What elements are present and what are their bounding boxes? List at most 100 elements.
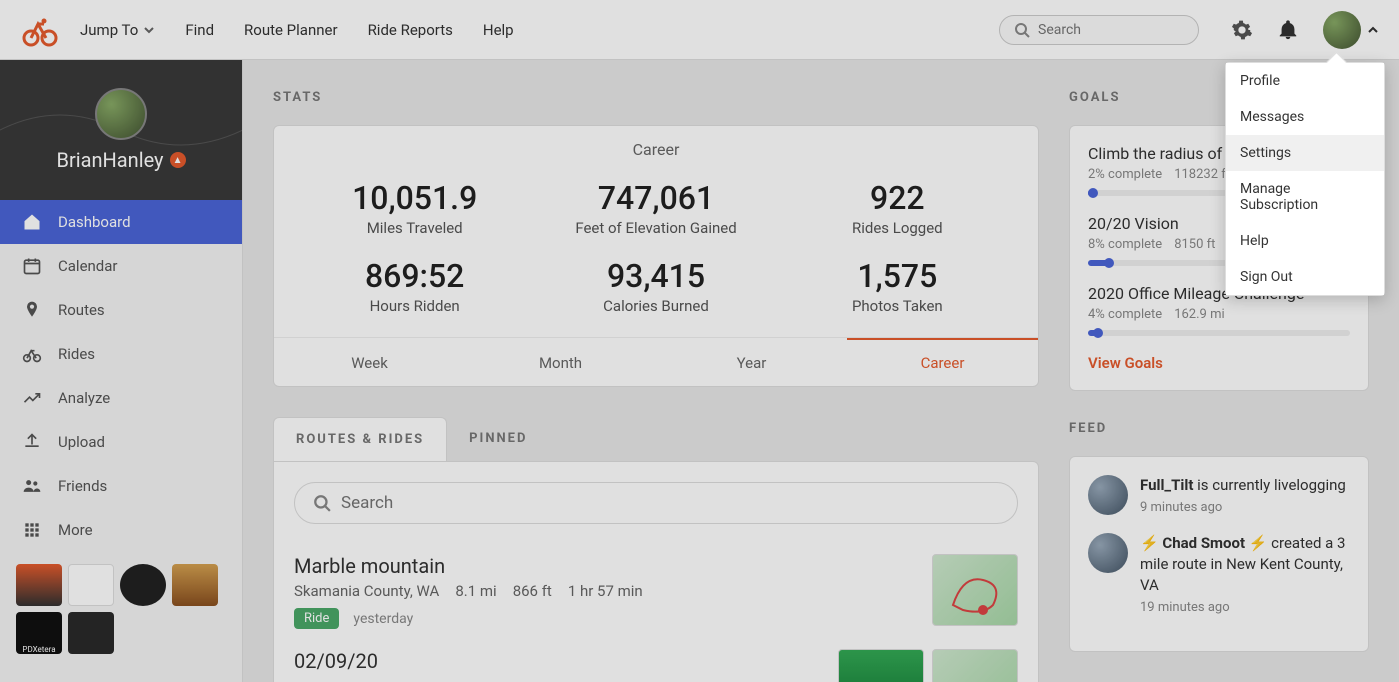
sidebar-item-rides[interactable]: Rides	[0, 332, 242, 376]
sidebar-item-more[interactable]: More	[0, 508, 242, 552]
bike-icon	[20, 344, 44, 364]
club-badge[interactable]	[16, 564, 62, 606]
nav-find[interactable]: Find	[185, 21, 214, 39]
search-icon	[1014, 22, 1030, 38]
sidebar-item-upload[interactable]: Upload	[0, 420, 242, 464]
feed-text: Full_Tilt is currently livelogging	[1140, 475, 1346, 496]
dropdown-item-messages[interactable]: Messages	[1226, 99, 1384, 135]
sidebar-avatar[interactable]	[95, 88, 147, 140]
search-icon	[313, 494, 331, 512]
nav-jump-to-label: Jump To	[80, 21, 138, 39]
dropdown-item-manage-subscription[interactable]: Manage Subscription	[1226, 171, 1384, 223]
club-badge[interactable]	[68, 564, 114, 606]
club-badge[interactable]	[172, 564, 218, 606]
sidebar-username[interactable]: BrianHanley ▲	[56, 148, 185, 172]
ride-item[interactable]: Marble mountain Skamania County, WA8.1 mi…	[294, 544, 1018, 639]
dropdown-item-profile[interactable]: Profile	[1226, 63, 1384, 99]
ride-meta: Skamania County, WA8.1 mi866 ft1 hr 57 m…	[294, 582, 912, 600]
stats-tab-week[interactable]: Week	[274, 338, 465, 386]
sidebar-item-label: Friends	[58, 477, 107, 495]
dropdown-item-settings[interactable]: Settings	[1226, 135, 1384, 171]
stat-label: Calories Burned	[535, 297, 776, 315]
sidebar: BrianHanley ▲ Dashboard Calendar Routes Rid…	[0, 60, 243, 682]
rr-tab-routes-rides[interactable]: ROUTES & RIDES	[273, 417, 447, 461]
stats-tab-year[interactable]: Year	[656, 338, 847, 386]
chevron-up-icon[interactable]	[1367, 24, 1379, 36]
stat-label: Photos Taken	[777, 297, 1018, 315]
stat: 747,061Feet of Elevation Gained	[535, 169, 776, 247]
feed-item[interactable]: ⚡ Chad Smoot ⚡ created a 3 mile route in…	[1088, 533, 1350, 615]
stat: 922Rides Logged	[777, 169, 1018, 247]
upload-icon	[20, 432, 44, 452]
nav-route-planner[interactable]: Route Planner	[244, 21, 338, 39]
stat: 10,051.9Miles Traveled	[294, 169, 535, 247]
nav-jump-to[interactable]: Jump To	[80, 21, 155, 39]
goal-meta: 4% complete162.9 mi	[1088, 307, 1350, 322]
username-label: BrianHanley	[56, 148, 163, 172]
stats-card: Career 10,051.9Miles Traveled747,061Feet…	[273, 125, 1039, 387]
sidebar-item-dashboard[interactable]: Dashboard	[0, 200, 242, 244]
stats-section-title: STATS	[273, 90, 1039, 105]
sidebar-item-label: More	[58, 521, 93, 539]
sidebar-item-label: Dashboard	[58, 213, 131, 231]
ride-item[interactable]: 02/09/20	[294, 639, 1018, 682]
stat-value: 93,415	[535, 257, 776, 295]
ride-map-thumbnail[interactable]	[932, 649, 1018, 682]
ride-time: yesterday	[353, 611, 413, 627]
grid-icon	[20, 520, 44, 540]
search-box[interactable]	[999, 15, 1199, 45]
routes-search[interactable]	[294, 482, 1018, 524]
stats-tab-career[interactable]: Career	[847, 338, 1038, 386]
ride-photo-thumbnail[interactable]	[838, 649, 924, 682]
dropdown-item-sign-out[interactable]: Sign Out	[1226, 259, 1384, 295]
stat-value: 922	[777, 179, 1018, 217]
feed-avatar[interactable]	[1088, 475, 1128, 515]
routes-rides-card: Marble mountain Skamania County, WA8.1 mi…	[273, 461, 1039, 682]
home-icon	[20, 212, 44, 232]
feed-card: Full_Tilt is currently livelogging 9 min…	[1069, 456, 1369, 652]
feed-avatar[interactable]	[1088, 533, 1128, 573]
people-icon	[20, 476, 44, 496]
bell-icon[interactable]	[1277, 19, 1299, 41]
nav-ride-reports[interactable]: Ride Reports	[368, 21, 453, 39]
ride-title: Marble mountain	[294, 554, 912, 578]
sidebar-item-label: Upload	[58, 433, 105, 451]
rr-tab-pinned[interactable]: PINNED	[447, 417, 549, 461]
stats-header: Career	[274, 126, 1038, 169]
stats-tab-month[interactable]: Month	[465, 338, 656, 386]
club-badge[interactable]	[68, 612, 114, 654]
sidebar-item-analyze[interactable]: Analyze	[0, 376, 242, 420]
stat-label: Feet of Elevation Gained	[535, 219, 776, 237]
search-input[interactable]	[1038, 22, 1184, 38]
stat-label: Hours Ridden	[294, 297, 535, 315]
club-badge[interactable]	[120, 564, 166, 606]
view-goals-link[interactable]: View Goals	[1088, 354, 1350, 372]
sidebar-item-label: Routes	[58, 301, 105, 319]
feed-text: ⚡ Chad Smoot ⚡ created a 3 mile route in…	[1140, 533, 1350, 596]
sidebar-item-label: Rides	[58, 345, 95, 363]
nav-help[interactable]: Help	[483, 21, 514, 39]
sidebar-item-routes[interactable]: Routes	[0, 288, 242, 332]
gear-icon[interactable]	[1231, 19, 1253, 41]
ride-type-badge: Ride	[294, 608, 339, 629]
calendar-icon	[20, 256, 44, 276]
dropdown-item-help[interactable]: Help	[1226, 223, 1384, 259]
goal-progress-bar	[1088, 330, 1350, 336]
feed-time: 9 minutes ago	[1140, 500, 1346, 515]
feed-item[interactable]: Full_Tilt is currently livelogging 9 min…	[1088, 475, 1350, 515]
feed-time: 19 minutes ago	[1140, 600, 1350, 615]
avatar[interactable]	[1323, 11, 1361, 49]
stat-label: Miles Traveled	[294, 219, 535, 237]
user-badge-icon: ▲	[170, 152, 186, 168]
sidebar-item-label: Analyze	[58, 389, 110, 407]
ride-title: 02/09/20	[294, 649, 818, 673]
club-badge[interactable]: PDXetera	[16, 612, 62, 654]
sidebar-header: BrianHanley ▲	[0, 60, 242, 200]
stat-value: 869:52	[294, 257, 535, 295]
sidebar-item-calendar[interactable]: Calendar	[0, 244, 242, 288]
sidebar-item-friends[interactable]: Friends	[0, 464, 242, 508]
ride-map-thumbnail[interactable]	[932, 554, 1018, 626]
logo[interactable]	[20, 10, 60, 50]
routes-search-input[interactable]	[341, 493, 999, 513]
sidebar-item-label: Calendar	[58, 257, 118, 275]
